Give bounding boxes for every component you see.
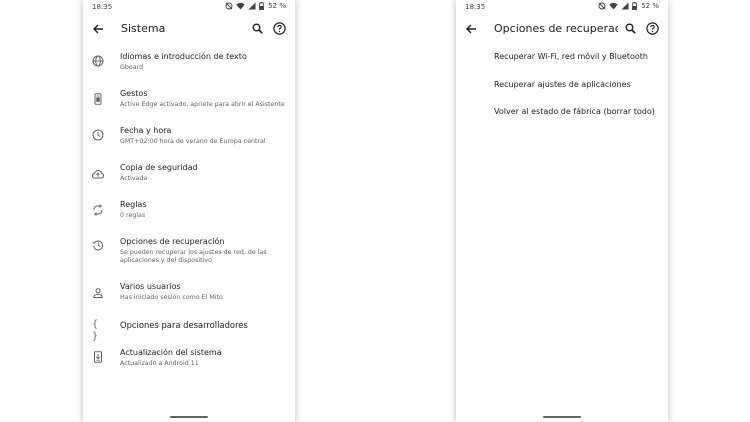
do-not-disturb-off-icon: [225, 2, 233, 10]
right-phone-screen: 18:35 52 % Opciones de recuperac... Recu…: [456, 0, 668, 422]
status-time: 18:35: [92, 3, 113, 11]
cloud-upload-icon: [92, 168, 104, 180]
settings-item-subtitle: Activada: [120, 175, 148, 182]
search-icon[interactable]: [252, 23, 263, 34]
battery-icon: [632, 2, 638, 10]
page-title: Opciones de recuperac...: [494, 22, 618, 35]
settings-item-title: Varios usuarios: [120, 282, 181, 291]
back-arrow-icon[interactable]: [92, 23, 104, 35]
settings-item-title: Idiomas e introducción de texto: [120, 52, 247, 61]
globe-icon: [92, 55, 104, 67]
settings-item-subtitle: 0 reglas: [120, 212, 146, 219]
battery-percentage: 52 %: [268, 2, 286, 10]
clock-icon: [92, 129, 104, 141]
signal-icon: [621, 2, 629, 10]
settings-item-title: Fecha y hora: [120, 126, 172, 135]
battery-icon: [259, 2, 265, 10]
search-icon[interactable]: [625, 23, 636, 34]
left-phone-screen: 18:35 52 % Sistema Idiomas e introducció…: [83, 0, 295, 422]
gesture-navigation-bar[interactable]: [543, 416, 581, 418]
do-not-disturb-off-icon: [598, 2, 606, 10]
settings-item-gestures[interactable]: Gestos Active Edge activado, apriete par…: [83, 89, 295, 117]
settings-item-subtitle: Actualizado a Android 11: [120, 360, 199, 367]
status-time: 18:35: [465, 3, 486, 11]
reset-wifi-mobile-bluetooth[interactable]: Recuperar Wi-Fi, red móvil y Bluetooth: [494, 52, 662, 61]
settings-item-languages[interactable]: Idiomas e introducción de texto Gboard: [83, 52, 295, 80]
settings-item-title: Gestos: [120, 89, 148, 98]
settings-item-title: Opciones para desarrolladores: [120, 320, 248, 330]
system-update-icon: [92, 351, 104, 363]
status-icons: 52 %: [598, 2, 659, 10]
history-icon: [92, 239, 104, 251]
wifi-icon: [609, 2, 618, 10]
gesture-navigation-bar[interactable]: [170, 416, 208, 418]
toolbar: Opciones de recuperac...: [456, 14, 668, 44]
signal-icon: [248, 2, 256, 10]
settings-item-subtitle: Has iniciado sesión como El Mito: [120, 294, 223, 301]
phone-gesture-icon: [92, 93, 104, 105]
status-bar: 18:35 52 %: [83, 0, 295, 14]
battery-percentage: 52 %: [641, 2, 659, 10]
wifi-icon: [236, 2, 245, 10]
settings-item-subtitle: GMT+02:00 hora de verano de Europa centr…: [120, 138, 266, 145]
code-braces-icon: { }: [92, 319, 99, 342]
settings-item-title: Opciones de recuperación: [120, 237, 225, 246]
settings-item-rules[interactable]: Reglas 0 reglas: [83, 200, 295, 228]
settings-item-title: Reglas: [120, 200, 147, 209]
settings-item-recovery-options[interactable]: Opciones de recuperación Se pueden recup…: [83, 237, 295, 273]
factory-reset[interactable]: Volver al estado de fábrica (borrar todo…: [494, 107, 662, 116]
settings-item-multiple-users[interactable]: Varios usuarios Has iniciado sesión como…: [83, 282, 295, 310]
toolbar: Sistema: [83, 14, 295, 44]
status-bar: 18:35 52 %: [456, 0, 668, 14]
settings-item-backup[interactable]: Copia de seguridad Activada: [83, 163, 295, 191]
settings-item-date-time[interactable]: Fecha y hora GMT+02:00 hora de verano de…: [83, 126, 295, 154]
rules-icon: [92, 204, 104, 216]
settings-item-title: Copia de seguridad: [120, 163, 198, 172]
person-icon: [92, 287, 104, 299]
help-icon[interactable]: [646, 22, 659, 35]
help-icon[interactable]: [273, 22, 286, 35]
status-icons: 52 %: [225, 2, 286, 10]
settings-item-subtitle: Gboard: [120, 64, 144, 71]
settings-item-subtitle: Active Edge activado, apriete para abrir…: [120, 101, 285, 108]
reset-app-preferences[interactable]: Recuperar ajustes de aplicaciones: [494, 80, 662, 89]
page-title: Sistema: [121, 22, 166, 35]
back-arrow-icon[interactable]: [465, 23, 477, 35]
settings-item-system-update[interactable]: Actualización del sistema Actualizado a …: [83, 348, 295, 376]
settings-item-subtitle: Se pueden recuperar los ajustes de red, …: [120, 249, 267, 264]
settings-item-developer-options[interactable]: { } Opciones para desarrolladores: [83, 319, 295, 342]
settings-item-title: Actualización del sistema: [120, 348, 222, 357]
